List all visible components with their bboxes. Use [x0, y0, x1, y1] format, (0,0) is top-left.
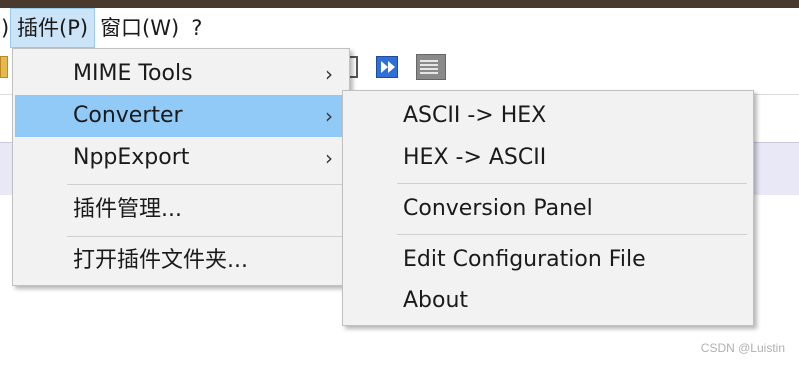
- menu-item-ascii-to-hex[interactable]: ASCII -> HEX: [345, 95, 751, 137]
- menu-partial-item[interactable]: ): [0, 16, 11, 40]
- menu-item-label: Converter: [73, 103, 183, 128]
- chevron-right-icon: ›: [325, 104, 333, 128]
- menu-item-label: HEX -> ASCII: [403, 145, 547, 170]
- menu-separator: [67, 236, 343, 237]
- menu-help[interactable]: ?: [185, 9, 208, 47]
- menu-separator: [67, 184, 343, 185]
- plugins-dropdown-menu: MIME Tools › Converter › NppExport › 插件管…: [12, 48, 350, 286]
- menu-item-about[interactable]: About: [345, 280, 751, 322]
- menu-plugins[interactable]: 插件(P): [9, 8, 96, 48]
- menu-item-nppexport[interactable]: NppExport ›: [15, 137, 347, 179]
- menu-item-mime-tools[interactable]: MIME Tools ›: [15, 53, 347, 95]
- menu-item-label: 插件管理...: [73, 197, 182, 222]
- menu-item-label: ASCII -> HEX: [403, 103, 547, 128]
- menu-separator: [397, 183, 747, 184]
- menu-item-plugin-manager[interactable]: 插件管理...: [15, 189, 347, 231]
- menu-item-label: 打开插件文件夹...: [73, 248, 248, 273]
- menu-item-conversion-panel[interactable]: Conversion Panel: [345, 188, 751, 230]
- menu-item-open-plugins-folder[interactable]: 打开插件文件夹...: [15, 240, 347, 282]
- converter-submenu: ASCII -> HEX HEX -> ASCII Conversion Pan…: [342, 90, 754, 326]
- menu-item-label: About: [403, 288, 469, 313]
- menu-separator: [397, 234, 747, 235]
- menu-item-label: MIME Tools: [73, 61, 193, 86]
- menu-item-edit-configuration-file[interactable]: Edit Configuration File: [345, 239, 751, 281]
- menu-item-label: NppExport: [73, 145, 190, 170]
- menu-item-converter[interactable]: Converter ›: [15, 95, 347, 137]
- panel-icon[interactable]: [416, 54, 446, 80]
- chevron-right-icon: ›: [325, 146, 333, 170]
- menu-item-hex-to-ascii[interactable]: HEX -> ASCII: [345, 137, 751, 179]
- menu-bar: ) 插件(P) 窗口(W) ?: [0, 8, 799, 48]
- menu-item-label: Edit Configuration File: [403, 247, 646, 272]
- window-top-strip: [0, 0, 799, 8]
- folder-icon[interactable]: [0, 56, 8, 78]
- menu-item-label: Conversion Panel: [403, 196, 593, 221]
- chevron-right-icon: ›: [325, 62, 333, 86]
- fast-forward-icon[interactable]: [376, 56, 398, 78]
- watermark: CSDN @Luistin: [700, 341, 785, 355]
- menu-window[interactable]: 窗口(W): [94, 9, 185, 47]
